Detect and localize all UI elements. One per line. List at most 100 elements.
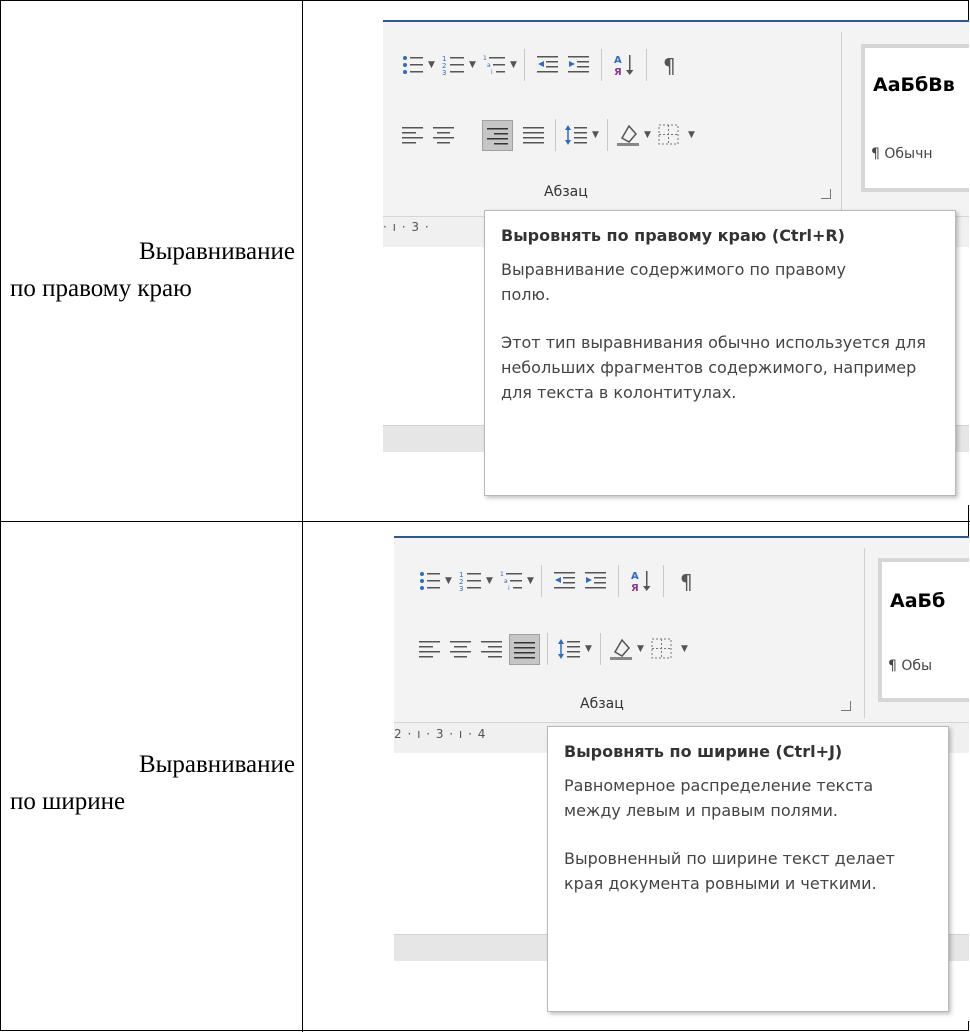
increase-indent-button[interactable] bbox=[583, 568, 609, 594]
show-marks-button[interactable]: ¶ bbox=[674, 568, 700, 594]
sort-button[interactable]: АЯ bbox=[629, 568, 655, 594]
chevron-down-icon[interactable]: ▼ bbox=[592, 130, 599, 140]
separator bbox=[547, 633, 548, 665]
svg-text:1: 1 bbox=[500, 571, 504, 578]
align-left-button[interactable] bbox=[400, 122, 426, 148]
align-right-icon bbox=[487, 128, 508, 145]
separator bbox=[524, 49, 525, 81]
separator bbox=[601, 49, 602, 81]
shading-icon bbox=[610, 638, 632, 660]
group-label-paragraph: Абзац bbox=[580, 696, 624, 712]
bullets-button[interactable] bbox=[417, 568, 443, 594]
align-center-icon bbox=[450, 641, 471, 658]
shading-button[interactable] bbox=[615, 122, 641, 148]
show-marks-button[interactable]: ¶ bbox=[657, 52, 683, 78]
style-name: ¶ Обычн bbox=[871, 146, 933, 162]
separator bbox=[646, 49, 647, 81]
ribbon-paragraph-group: ▼ 123 ▼ 1ai ▼ АЯ ¶ bbox=[383, 20, 969, 218]
chevron-down-icon[interactable]: ▼ bbox=[445, 576, 452, 586]
tooltip-title: Выровнять по правому краю (Ctrl+R) bbox=[501, 226, 845, 245]
multilevel-list-button[interactable]: 1ai bbox=[499, 568, 525, 594]
tooltip-description: Выравнивание содержимого по правому полю… bbox=[501, 260, 846, 304]
row-label-line1: Выравнивание bbox=[138, 751, 295, 778]
svg-text:¶: ¶ bbox=[663, 54, 676, 78]
borders-icon bbox=[651, 638, 672, 659]
chevron-down-icon[interactable]: ▼ bbox=[428, 60, 435, 70]
borders-button[interactable] bbox=[649, 636, 675, 662]
sort-icon: АЯ bbox=[631, 571, 651, 594]
decrease-indent-icon bbox=[554, 572, 575, 589]
chevron-down-icon[interactable]: ▼ bbox=[637, 644, 644, 654]
separator bbox=[541, 565, 542, 597]
chevron-down-icon[interactable]: ▼ bbox=[510, 60, 517, 70]
align-center-button[interactable] bbox=[431, 122, 457, 148]
align-right-button[interactable] bbox=[482, 120, 513, 151]
table-row-divider bbox=[0, 521, 970, 522]
style-preview: АаБбВв bbox=[873, 74, 955, 96]
bullets-icon bbox=[403, 56, 423, 74]
styles-gallery[interactable]: АаБб ¶ Обы bbox=[878, 558, 969, 702]
align-center-icon bbox=[433, 127, 454, 144]
separator bbox=[600, 633, 601, 665]
decrease-indent-button[interactable] bbox=[535, 52, 561, 78]
line-spacing-button[interactable] bbox=[556, 636, 582, 662]
svg-text:i: i bbox=[508, 585, 510, 592]
increase-indent-icon bbox=[585, 572, 606, 589]
chevron-down-icon[interactable]: ▼ bbox=[486, 576, 493, 586]
bullets-button[interactable] bbox=[400, 52, 426, 78]
styles-gallery[interactable]: АаБбВв ¶ Обычн bbox=[861, 44, 969, 192]
separator bbox=[618, 565, 619, 597]
tooltip-details: Выровненный по ширине текст делает края … bbox=[564, 849, 895, 893]
line-spacing-button[interactable] bbox=[563, 122, 589, 148]
svg-text:i: i bbox=[491, 69, 493, 76]
align-center-button[interactable] bbox=[448, 636, 474, 662]
ruler-ticks: 2 · ı · 3 · ı · 4 bbox=[394, 727, 487, 741]
svg-text:Я: Я bbox=[631, 583, 639, 594]
group-separator bbox=[864, 548, 865, 718]
separator bbox=[607, 119, 608, 151]
dialog-launcher-icon[interactable] bbox=[841, 701, 851, 711]
group-separator bbox=[841, 32, 842, 212]
tooltip-align-right: Выровнять по правому краю (Ctrl+R) Вырав… bbox=[484, 210, 956, 496]
chevron-down-icon[interactable]: ▼ bbox=[585, 644, 592, 654]
chevron-down-icon[interactable]: ▼ bbox=[644, 130, 651, 140]
borders-button[interactable] bbox=[656, 122, 682, 148]
sort-button[interactable]: АЯ bbox=[612, 52, 638, 78]
style-name: ¶ Обы bbox=[888, 658, 933, 674]
svg-text:А: А bbox=[614, 55, 622, 66]
numbering-icon: 123 bbox=[459, 571, 481, 593]
screenshot-right-align: ▼ 123 ▼ 1ai ▼ АЯ ¶ ▼ ▼ ▼ Абзац АаБбВв ¶ … bbox=[383, 20, 969, 505]
align-right-button[interactable] bbox=[479, 636, 505, 662]
multilevel-list-button[interactable]: 1ai bbox=[482, 52, 508, 78]
separator bbox=[663, 565, 664, 597]
justify-button[interactable] bbox=[509, 634, 540, 665]
svg-text:a: a bbox=[504, 578, 508, 585]
chevron-down-icon[interactable]: ▼ bbox=[527, 576, 534, 586]
shading-button[interactable] bbox=[608, 636, 634, 662]
row-label-line2: по правому краю bbox=[10, 275, 192, 302]
svg-text:¶: ¶ bbox=[680, 570, 693, 594]
tooltip-description: Равномерное распределение текста между л… bbox=[564, 776, 874, 820]
decrease-indent-button[interactable] bbox=[552, 568, 578, 594]
svg-text:1: 1 bbox=[483, 55, 487, 62]
screenshot-justify: ▼ 123 ▼ 1ai ▼ АЯ ¶ ▼ ▼ ▼ Абзац АаБб ¶ Об… bbox=[394, 536, 969, 1021]
dialog-launcher-icon[interactable] bbox=[821, 189, 831, 199]
justify-button[interactable] bbox=[521, 122, 547, 148]
svg-text:А: А bbox=[631, 571, 639, 582]
ribbon-paragraph-group: ▼ 123 ▼ 1ai ▼ АЯ ¶ bbox=[394, 536, 969, 724]
table-column-divider bbox=[302, 0, 303, 1032]
sort-icon: АЯ bbox=[614, 55, 634, 78]
borders-icon bbox=[658, 124, 679, 145]
numbering-button[interactable]: 123 bbox=[458, 568, 484, 594]
row-label-line2: по ширине bbox=[10, 788, 126, 815]
justify-icon bbox=[523, 127, 544, 144]
chevron-down-icon[interactable]: ▼ bbox=[681, 644, 688, 654]
align-left-button[interactable] bbox=[417, 636, 443, 662]
numbering-button[interactable]: 123 bbox=[441, 52, 467, 78]
increase-indent-button[interactable] bbox=[566, 52, 592, 78]
tooltip-details: Этот тип выравнивания обычно используетс… bbox=[501, 333, 926, 402]
increase-indent-icon bbox=[568, 56, 589, 73]
chevron-down-icon[interactable]: ▼ bbox=[688, 130, 695, 140]
chevron-down-icon[interactable]: ▼ bbox=[469, 60, 476, 70]
svg-text:a: a bbox=[487, 62, 491, 69]
